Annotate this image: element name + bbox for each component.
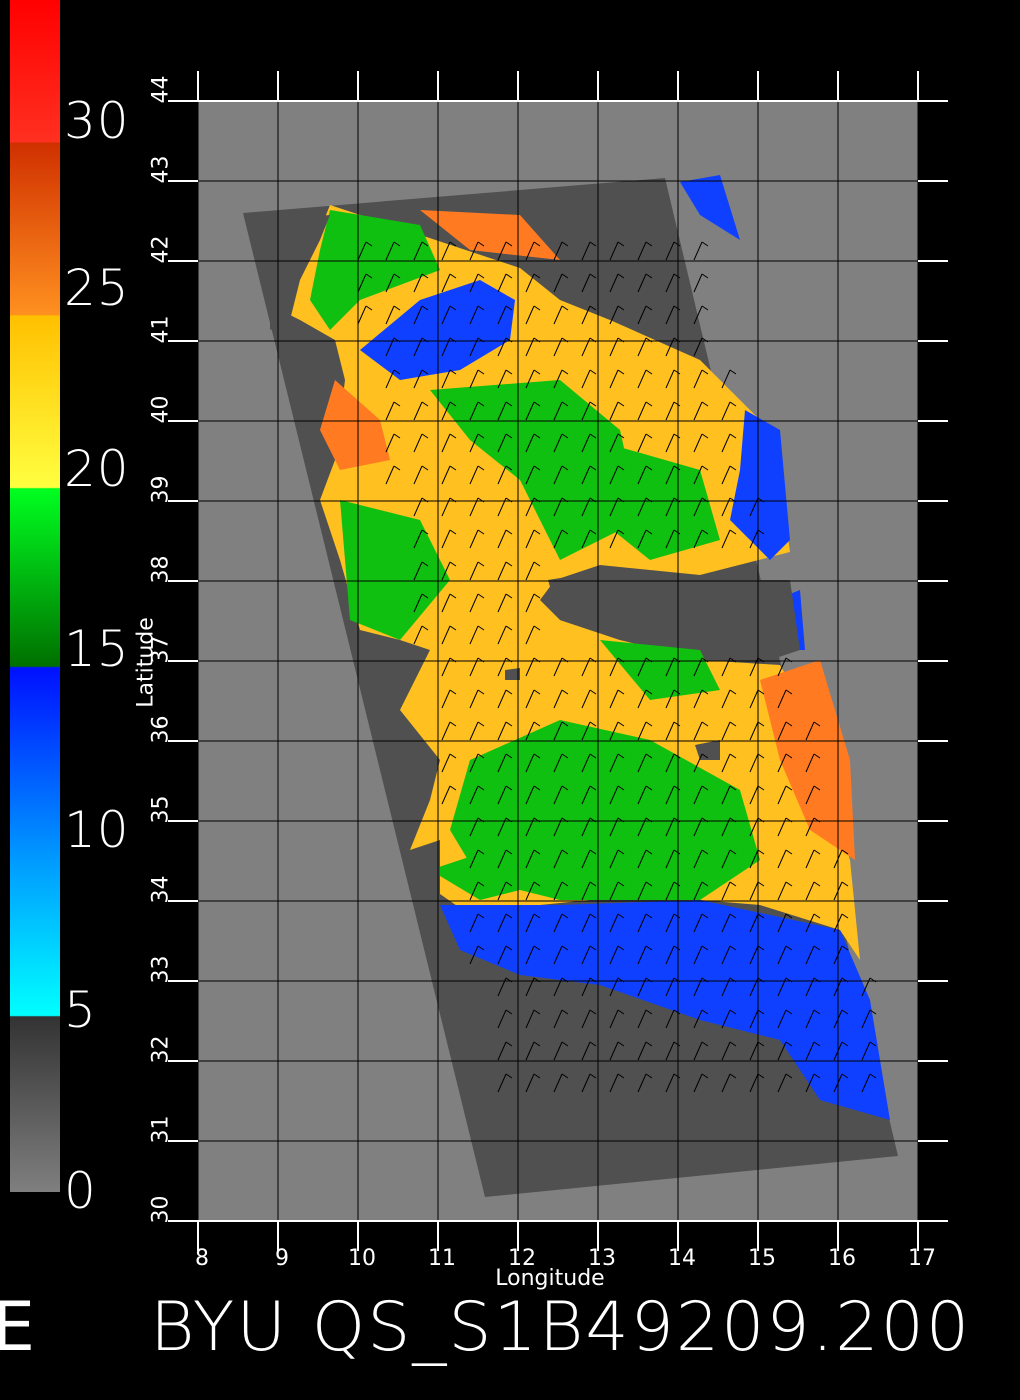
- latitude-tick-label: 43: [148, 155, 174, 184]
- latitude-tick-label: 36: [148, 715, 174, 744]
- latitude-tick-label: 32: [148, 1035, 174, 1064]
- latitude-tick-label: 34: [148, 875, 174, 904]
- longitude-tick-label: 11: [428, 1246, 456, 1271]
- y-axis-label: Latitude: [133, 617, 159, 708]
- longitude-tick-label: 10: [348, 1246, 376, 1271]
- latitude-tick-label: 39: [148, 475, 174, 504]
- latitude-tick-label: 41: [148, 315, 174, 344]
- latitude-tick-label: 31: [148, 1115, 174, 1144]
- longitude-tick-label: 8: [195, 1246, 209, 1271]
- longitude-tick-label: 14: [668, 1246, 696, 1271]
- title-left-fragment: E: [0, 1288, 35, 1367]
- map-title: BYU QS_S1B49209.200: [150, 1288, 972, 1367]
- latitude-tick-label: 38: [148, 555, 174, 584]
- longitude-tick-label: 9: [275, 1246, 289, 1271]
- latitude-tick-label: 44: [148, 75, 174, 104]
- latitude-tick-label: 42: [148, 235, 174, 264]
- longitude-tick-label: 16: [828, 1246, 856, 1271]
- latitude-tick-label: 40: [148, 395, 174, 424]
- latitude-tick-label: 35: [148, 795, 174, 824]
- longitude-tick-label: 15: [748, 1246, 776, 1271]
- latitude-tick-label: 33: [148, 955, 174, 984]
- longitude-tick-label: 17: [908, 1246, 936, 1271]
- latitude-tick-label: 30: [148, 1195, 174, 1224]
